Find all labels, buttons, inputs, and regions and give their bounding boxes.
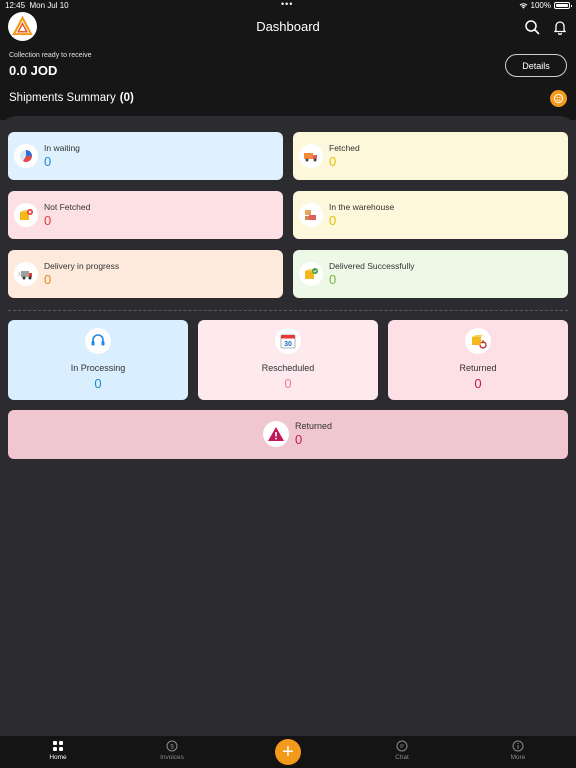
- status-time: 12:45 Mon Jul 10: [5, 1, 69, 10]
- card-label: Fetched: [329, 143, 360, 153]
- card-label: In waiting: [44, 143, 80, 153]
- card-in-processing[interactable]: In Processing 0: [8, 320, 188, 400]
- invoice-icon: $: [166, 740, 178, 752]
- card-label: Returned: [295, 421, 333, 431]
- collection-label: Collection ready to receive: [9, 52, 92, 59]
- card-value: 0: [44, 213, 52, 228]
- tab-label: Home: [49, 754, 67, 761]
- smiley-face-icon: [553, 93, 564, 104]
- svg-text:$: $: [170, 745, 174, 751]
- card-value: 0: [329, 272, 337, 287]
- calendar-day: 30: [284, 341, 292, 348]
- card-label: Not Fetched: [44, 202, 91, 212]
- card-label: In the warehouse: [329, 202, 395, 212]
- delivery-truck-icon: [299, 144, 323, 168]
- tab-invoices[interactable]: $ Invoices: [142, 740, 202, 761]
- card-rescheduled[interactable]: 30 Rescheduled 0: [198, 320, 378, 400]
- card-value: 0: [44, 154, 52, 169]
- details-button[interactable]: Details: [505, 54, 567, 77]
- battery-percent: 100%: [530, 1, 551, 10]
- card-in-the-warehouse[interactable]: In the warehouse 0: [293, 191, 568, 239]
- chat-icon: [396, 740, 408, 752]
- tab-more[interactable]: More: [488, 740, 548, 761]
- tab-label: More: [510, 754, 526, 761]
- card-delivery-in-progress[interactable]: Delivery in progress 0: [8, 250, 283, 298]
- search-icon[interactable]: [524, 19, 540, 35]
- wifi-icon: [519, 3, 527, 9]
- card-label: Rescheduled: [261, 363, 315, 373]
- shipments-summary-title: Shipments Summary (0): [9, 92, 134, 104]
- calendar-icon: 30: [275, 328, 301, 354]
- section-divider: [8, 310, 568, 311]
- truck-in-transit-icon: [14, 262, 38, 286]
- status-right: 100%: [519, 1, 572, 10]
- package-check-icon: [299, 262, 323, 286]
- card-label: Delivered Successfully: [329, 261, 415, 271]
- multitask-dots-icon[interactable]: •••: [281, 0, 293, 9]
- filter-button[interactable]: [550, 90, 567, 107]
- card-returned-wide[interactable]: Returned 0: [8, 410, 568, 459]
- card-value: 0: [94, 376, 102, 391]
- home-grid-icon: [53, 741, 63, 751]
- status-bar: 12:45 Mon Jul 10 ••• 100%: [0, 0, 576, 12]
- tab-chat[interactable]: Chat: [372, 740, 432, 761]
- card-fetched[interactable]: Fetched 0: [293, 132, 568, 180]
- support-headset-icon: [85, 328, 111, 354]
- card-label: In Processing: [70, 363, 126, 373]
- card-in-waiting[interactable]: In waiting 0: [8, 132, 283, 180]
- card-value: 0: [329, 213, 337, 228]
- page-title: Dashboard: [256, 19, 320, 34]
- bell-icon[interactable]: [552, 19, 568, 35]
- shipments-summary-count: (0): [119, 92, 134, 104]
- package-return-icon: [465, 328, 491, 354]
- collection-amount: 0.0 JOD: [9, 63, 58, 78]
- card-value: 0: [44, 272, 52, 287]
- card-label: Returned: [459, 363, 497, 373]
- warehouse-boxes-icon: [299, 203, 323, 227]
- tab-home[interactable]: Home: [28, 740, 88, 761]
- package-cancel-icon: [14, 203, 38, 227]
- card-not-fetched[interactable]: Not Fetched 0: [8, 191, 283, 239]
- card-label: Delivery in progress: [44, 261, 120, 271]
- card-value: 0: [295, 432, 303, 447]
- card-value: 0: [474, 376, 482, 391]
- card-value: 0: [329, 154, 337, 169]
- plus-icon: +: [282, 741, 294, 763]
- add-shipment-button[interactable]: +: [275, 739, 301, 765]
- header-area: 12:45 Mon Jul 10 ••• 100% Dashboard Coll…: [0, 0, 576, 120]
- warning-icon: [263, 421, 289, 447]
- card-delivered-successfully[interactable]: Delivered Successfully 0: [293, 250, 568, 298]
- pie-chart-icon: [14, 144, 38, 168]
- card-returned[interactable]: Returned 0: [388, 320, 568, 400]
- battery-icon: [554, 2, 572, 9]
- tab-label: Chat: [395, 754, 409, 761]
- tab-label: Invoices: [160, 754, 184, 761]
- card-value: 0: [284, 376, 292, 391]
- info-icon: [512, 740, 524, 752]
